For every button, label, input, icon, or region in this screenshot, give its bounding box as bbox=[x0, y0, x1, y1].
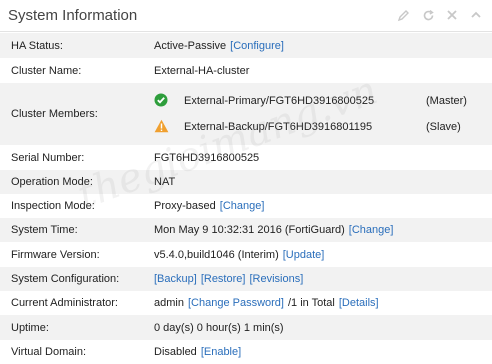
serial-number-row: Serial Number: FGT6HD3916800525 bbox=[0, 145, 492, 170]
firmware-version-row: Firmware Version: v5.4.0,build1046 (Inte… bbox=[0, 242, 492, 267]
firmware-version-label: Firmware Version: bbox=[11, 248, 100, 261]
restore-link[interactable]: [Restore] bbox=[201, 273, 246, 285]
inspection-mode-value: Proxy-based [Change] bbox=[154, 194, 264, 218]
ha-status-row: HA Status: Active-Passive [Configure] bbox=[0, 33, 492, 58]
admin-name: admin bbox=[154, 297, 184, 309]
details-link[interactable]: [Details] bbox=[339, 297, 379, 309]
inspection-mode-label: Inspection Mode: bbox=[11, 200, 95, 212]
refresh-icon[interactable] bbox=[420, 7, 436, 23]
warning-icon bbox=[154, 119, 170, 135]
firmware-version-text: v5.4.0,build1046 (Interim) bbox=[154, 248, 279, 261]
operation-mode-value: NAT bbox=[154, 176, 176, 188]
change-time-link[interactable]: [Change] bbox=[349, 224, 394, 236]
change-inspection-link[interactable]: [Change] bbox=[220, 200, 265, 212]
cluster-name-row: Cluster Name: External-HA-cluster bbox=[0, 58, 492, 83]
ha-status-label: HA Status: bbox=[11, 39, 63, 52]
current-administrator-label: Current Administrator: bbox=[11, 297, 118, 309]
inspection-mode-text: Proxy-based bbox=[154, 200, 216, 212]
virtual-domain-label: Virtual Domain: bbox=[11, 346, 86, 358]
ha-status-value: Active-Passive [Configure] bbox=[154, 33, 284, 58]
member-role: (Slave) bbox=[426, 121, 461, 133]
cluster-member-primary: External-Primary/FGT6HD3916800525 bbox=[154, 91, 374, 111]
system-configuration-row: System Configuration: [Backup] [Restore][… bbox=[0, 267, 492, 291]
inspection-mode-row: Inspection Mode: Proxy-based [Change] bbox=[0, 194, 492, 218]
revisions-link[interactable]: [Revisions] bbox=[249, 273, 303, 285]
current-administrator-row: Current Administrator: admin [Change Pass… bbox=[0, 291, 492, 315]
cluster-name-value: External-HA-cluster bbox=[154, 64, 250, 77]
admin-count: /1 in Total bbox=[287, 297, 335, 309]
system-time-value: Mon May 9 10:32:31 2016 (FortiGuard) [Cha… bbox=[154, 218, 393, 242]
operation-mode-row: Operation Mode: NAT bbox=[0, 170, 492, 194]
virtual-domain-text: Disabled bbox=[154, 346, 197, 358]
member-name: External-Primary/FGT6HD3916800525 bbox=[184, 95, 375, 107]
configure-link[interactable]: [Configure] bbox=[230, 40, 284, 52]
edit-icon[interactable] bbox=[395, 7, 411, 23]
cluster-name-label: Cluster Name: bbox=[11, 64, 82, 77]
system-time-label: System Time: bbox=[11, 224, 78, 236]
serial-number-value: FGT6HD3916800525 bbox=[154, 151, 260, 164]
system-time-row: System Time: Mon May 9 10:32:31 2016 (Fo… bbox=[0, 218, 492, 242]
backup-link[interactable]: [Backup] bbox=[154, 273, 197, 285]
virtual-domain-value: Disabled [Enable] bbox=[154, 340, 241, 364]
virtual-domain-row: Virtual Domain: Disabled [Enable] bbox=[0, 340, 492, 364]
ha-status-text: Active-Passive bbox=[154, 39, 227, 52]
system-time-text: Mon May 9 10:32:31 2016 (FortiGuard) bbox=[154, 224, 345, 236]
cluster-members-label: Cluster Members: bbox=[11, 108, 98, 120]
close-icon[interactable] bbox=[444, 7, 460, 23]
firmware-version-value: v5.4.0,build1046 (Interim) [Update] bbox=[154, 242, 324, 267]
operation-mode-label: Operation Mode: bbox=[11, 176, 93, 188]
serial-number-label: Serial Number: bbox=[11, 151, 85, 164]
system-configuration-label: System Configuration: bbox=[11, 273, 120, 285]
widget-title: System Information bbox=[8, 7, 138, 24]
check-circle-icon bbox=[154, 93, 170, 109]
uptime-value: 0 day(s) 0 hour(s) 1 min(s) bbox=[154, 321, 284, 334]
member-role: (Master) bbox=[426, 95, 467, 107]
current-administrator-value: admin [Change Password]/1 in Total [Detail… bbox=[154, 291, 379, 315]
collapse-icon[interactable] bbox=[468, 7, 484, 23]
enable-vdom-link[interactable]: [Enable] bbox=[201, 346, 241, 358]
uptime-label: Uptime: bbox=[11, 321, 49, 334]
system-configuration-value: [Backup] [Restore] [Revisions] bbox=[154, 267, 303, 291]
cluster-members-row: Cluster Members: External-Primary/FGT6HD… bbox=[0, 83, 492, 145]
update-firmware-link[interactable]: [Update] bbox=[283, 249, 325, 261]
uptime-row: Uptime: 0 day(s) 0 hour(s) 1 min(s) bbox=[0, 315, 492, 340]
change-password-link[interactable]: [Change Password] bbox=[188, 297, 284, 309]
member-name: External-Backup/FGT6HD3916801195 bbox=[184, 121, 373, 133]
cluster-member-backup: External-Backup/FGT6HD3916801195 bbox=[154, 117, 372, 137]
widget-header: System Information bbox=[0, 0, 492, 32]
